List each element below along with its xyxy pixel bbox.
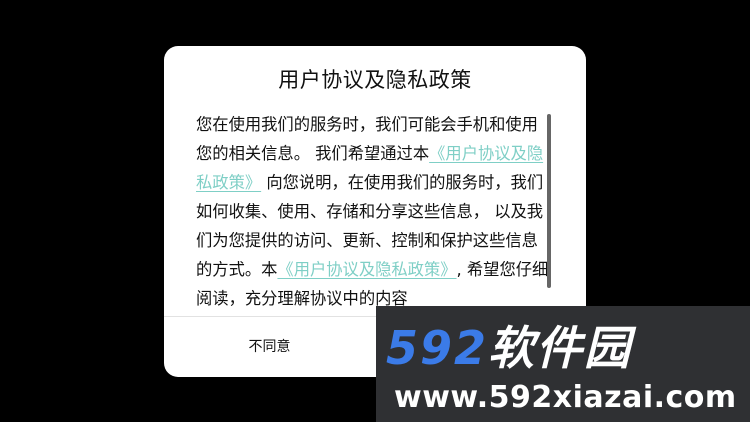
watermark-logo: 592软件园 [386, 320, 746, 376]
watermark: 592软件园 www.592xiazai.com [376, 306, 750, 422]
policy-link-2[interactable]: 《用户协议及隐私政策》 [277, 260, 456, 279]
dialog-title: 用户协议及隐私政策 [278, 68, 472, 92]
scrollbar[interactable] [547, 114, 551, 288]
watermark-logo-number: 592 [386, 321, 489, 375]
disagree-button[interactable]: 不同意 [164, 317, 375, 377]
policy-text: 您在使用我们的服务时，我们可能会手机和使用您的相关信息。 我们希望通过本《用户协… [196, 110, 554, 313]
watermark-url: www.592xiazai.com [394, 380, 737, 415]
dialog-body[interactable]: 您在使用我们的服务时，我们可能会手机和使用您的相关信息。 我们希望通过本《用户协… [196, 110, 554, 316]
watermark-logo-text: 软件园 [488, 321, 633, 375]
